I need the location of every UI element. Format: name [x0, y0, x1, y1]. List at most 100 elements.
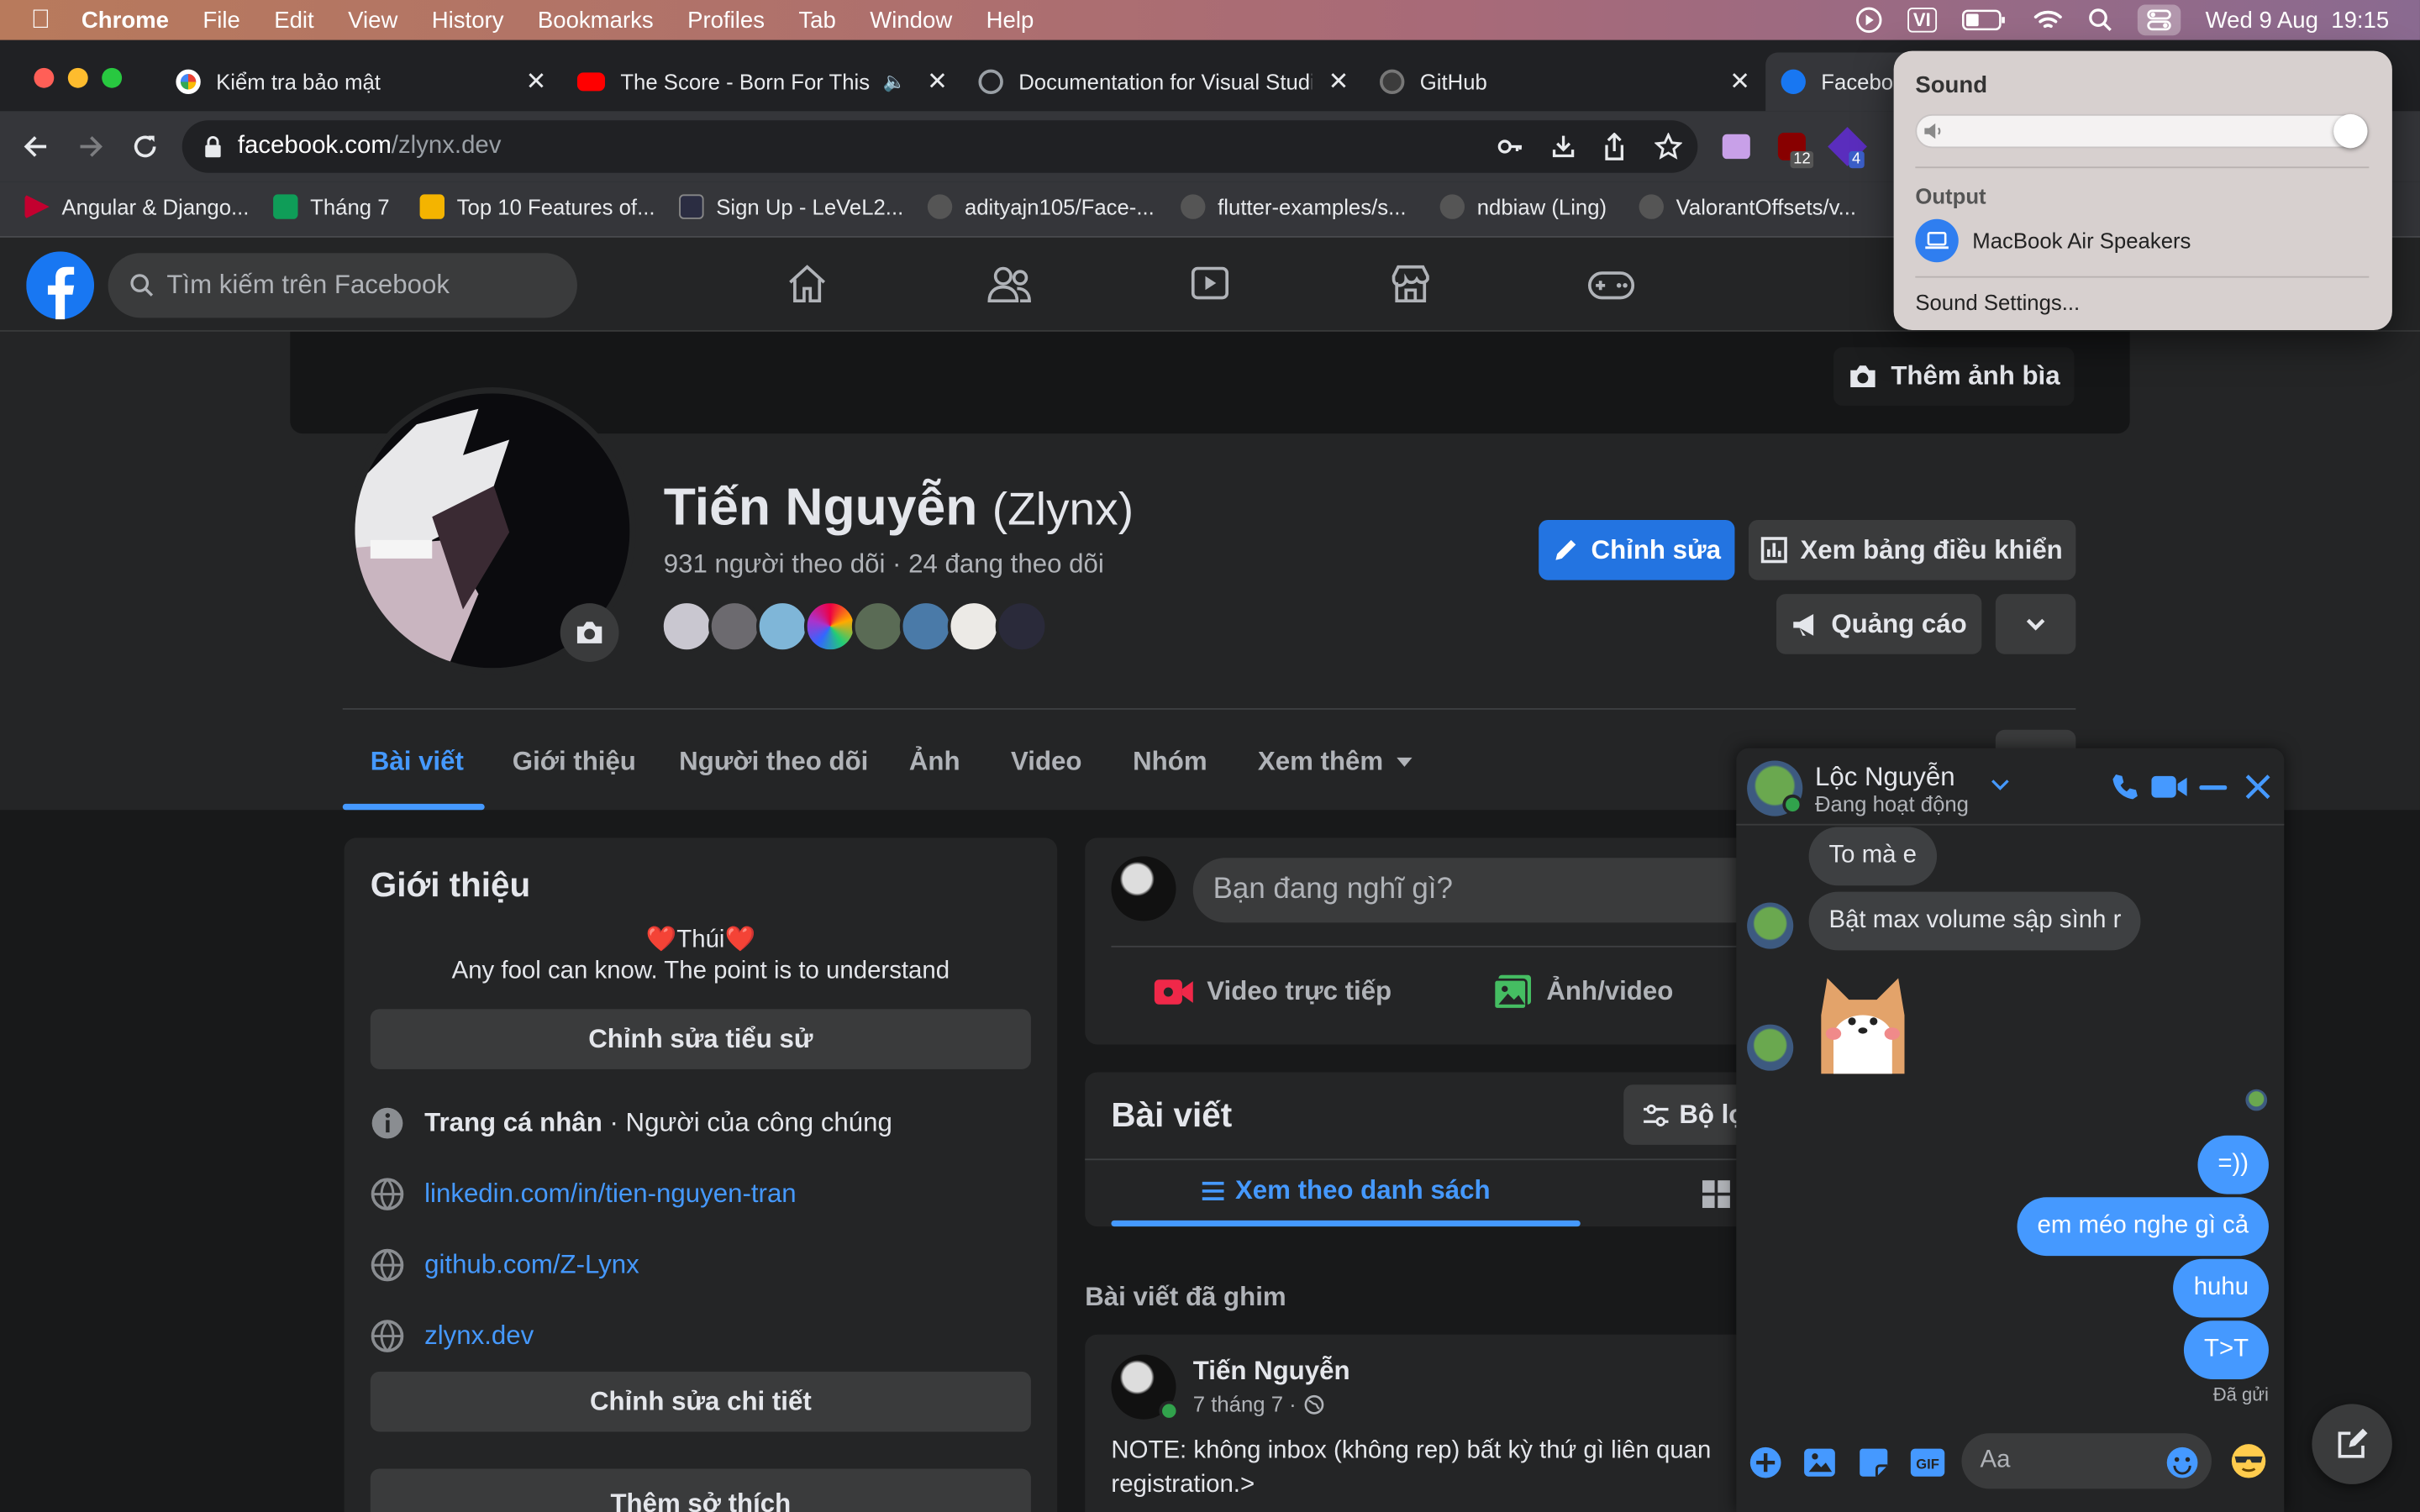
tab-about[interactable]: Giới thiệu: [513, 747, 636, 778]
follower-avatar[interactable]: [755, 600, 809, 653]
bookmark-level2-signup[interactable]: Sign Up - LeVeL2...: [679, 194, 903, 219]
list-view-tab[interactable]: Xem theo danh sách: [1111, 1160, 1580, 1221]
volume-slider-knob[interactable]: [2333, 113, 2368, 149]
photo-video-button[interactable]: Ảnh/video: [1492, 974, 1673, 1011]
bookmark-thang-7[interactable]: Tháng 7: [273, 194, 390, 219]
sound-settings-link[interactable]: Sound Settings...: [1915, 290, 2080, 314]
close-window-button[interactable]: [34, 67, 55, 88]
view-dashboard-button[interactable]: Xem bảng điều khiển: [1748, 519, 2076, 580]
personal-website-link[interactable]: zlynx.dev: [424, 1320, 534, 1352]
sunglasses-reaction-icon[interactable]: [2230, 1442, 2267, 1479]
menu-history[interactable]: History: [432, 7, 504, 33]
new-message-button[interactable]: [2312, 1404, 2392, 1484]
address-bar[interactable]: facebook.com/zlynx.dev: [182, 120, 1698, 173]
shiba-dog-sticker[interactable]: [1809, 969, 1918, 1074]
play-circle-icon[interactable]: [1854, 6, 1882, 34]
composer-input[interactable]: Bạn đang nghĩ gì?: [1192, 858, 1811, 923]
follower-avatar[interactable]: [851, 600, 905, 653]
close-icon[interactable]: ✕: [927, 66, 948, 97]
add-hobbies-button[interactable]: Thêm sở thích: [370, 1468, 1031, 1512]
back-icon[interactable]: [22, 133, 50, 160]
emoji-icon[interactable]: [2165, 1446, 2199, 1479]
menu-app-name[interactable]: Chrome: [82, 7, 169, 33]
gif-icon[interactable]: GIF: [1909, 1446, 1946, 1479]
gaming-icon[interactable]: [1586, 262, 1636, 305]
follower-avatar[interactable]: [995, 600, 1049, 653]
bookmark-face-repo[interactable]: adityajn105/Face-...: [927, 194, 1155, 219]
message-incoming[interactable]: Bật max volume sập sình r: [1808, 891, 2142, 951]
bookmark-valorant-offsets[interactable]: ValorantOffsets/v...: [1639, 194, 1856, 219]
bookmark-star-icon[interactable]: [1654, 132, 1683, 160]
bookmark-top-10-features[interactable]: Top 10 Features of...: [419, 194, 655, 219]
follower-avatar[interactable]: [803, 600, 857, 653]
update-profile-picture-button[interactable]: [560, 603, 619, 662]
post-author-name[interactable]: Tiến Nguyễn: [1193, 1356, 1350, 1387]
minimize-chat-icon[interactable]: [2199, 785, 2228, 790]
video-call-icon[interactable]: [2151, 774, 2188, 799]
edit-bio-button[interactable]: Chỉnh sửa tiểu sử: [370, 1009, 1031, 1069]
close-icon[interactable]: ✕: [1328, 66, 1349, 97]
message-outgoing[interactable]: =)): [2197, 1135, 2269, 1194]
forward-icon[interactable]: [77, 133, 105, 160]
output-device-macbook-speakers[interactable]: MacBook Air Speakers: [1915, 218, 2191, 263]
follower-avatar[interactable]: [708, 600, 761, 653]
home-icon[interactable]: [786, 262, 829, 305]
close-icon[interactable]: ✕: [526, 66, 547, 97]
friends-icon[interactable]: [986, 262, 1033, 305]
edit-details-button[interactable]: Chỉnh sửa chi tiết: [370, 1371, 1031, 1432]
follower-avatar[interactable]: [660, 600, 713, 653]
follower-avatar[interactable]: [899, 600, 953, 653]
tab-youtube[interactable]: The Score - Born For This ( 🔈 ✕: [562, 52, 960, 111]
marketplace-icon[interactable]: [1389, 262, 1432, 305]
tab-photos[interactable]: Ảnh: [909, 747, 960, 778]
extension-icon[interactable]: [1722, 134, 1750, 160]
close-chat-icon[interactable]: [2245, 774, 2270, 800]
menu-bookmarks[interactable]: Bookmarks: [538, 7, 654, 33]
menu-file[interactable]: File: [203, 7, 239, 33]
menubar-clock[interactable]: Wed 9 Aug 19:15: [2206, 7, 2390, 33]
close-icon[interactable]: ✕: [1729, 66, 1750, 97]
attach-photo-icon[interactable]: [1802, 1446, 1836, 1479]
chat-contact-name[interactable]: Lộc Nguyễn: [1815, 762, 1955, 793]
menu-help[interactable]: Help: [986, 7, 1034, 33]
more-options-button[interactable]: [1995, 594, 2076, 654]
menu-window[interactable]: Window: [870, 7, 952, 33]
grid-view-icon[interactable]: [1702, 1180, 1730, 1209]
apple-icon[interactable]: : [31, 5, 50, 36]
menu-tab[interactable]: Tab: [798, 7, 835, 33]
edit-profile-button[interactable]: Chỉnh sửa: [1539, 519, 1735, 580]
install-app-icon[interactable]: [1549, 133, 1577, 160]
advertise-button[interactable]: Quảng cáo: [1776, 594, 1982, 654]
message-outgoing[interactable]: huhu: [2173, 1258, 2269, 1318]
menu-profiles[interactable]: Profiles: [687, 7, 765, 33]
bookmark-angular-django[interactable]: Angular & Django...: [24, 194, 249, 219]
follower-avatars[interactable]: [660, 600, 1062, 659]
tab-see-more[interactable]: Xem thêm: [1258, 747, 1414, 778]
tab-security-check[interactable]: Kiểm tra bảo mật ✕: [160, 52, 559, 111]
tab-followers[interactable]: Người theo dõi: [679, 747, 868, 778]
audio-playing-icon[interactable]: 🔈: [883, 71, 906, 92]
facebook-search-input[interactable]: Tìm kiếm trên Facebook: [108, 253, 577, 318]
follower-stats[interactable]: 931 người theo dõi · 24 đang theo dõi: [664, 549, 1104, 580]
zoom-window-button[interactable]: [102, 67, 123, 88]
menu-view[interactable]: View: [348, 7, 397, 33]
control-center-button[interactable]: [2137, 4, 2181, 36]
reload-icon[interactable]: [131, 133, 159, 160]
add-more-icon[interactable]: [1749, 1446, 1782, 1479]
chevron-down-icon[interactable]: [1991, 780, 2009, 792]
message-outgoing[interactable]: em méo nghe gì cả: [2017, 1197, 2269, 1257]
tab-posts[interactable]: Bài viết: [371, 747, 464, 778]
message-outgoing[interactable]: T>T: [2184, 1320, 2269, 1380]
add-cover-photo-button[interactable]: Thêm ảnh bìa: [1833, 347, 2075, 407]
tab-github[interactable]: GitHub ✕: [1365, 52, 1763, 111]
follower-avatar[interactable]: [947, 600, 1001, 653]
composer-avatar[interactable]: [1111, 856, 1176, 921]
live-video-button[interactable]: Video trực tiếp: [1153, 977, 1392, 1008]
volume-slider[interactable]: [1915, 113, 2370, 149]
battery-icon[interactable]: [1961, 8, 2007, 32]
bookmark-flutter-examples[interactable]: flutter-examples/s...: [1181, 194, 1407, 219]
facebook-logo-icon[interactable]: [26, 251, 95, 320]
github-link[interactable]: github.com/Z-Lynx: [424, 1250, 639, 1281]
tab-videos[interactable]: Video: [1011, 747, 1081, 778]
watch-icon[interactable]: [1188, 262, 1231, 305]
